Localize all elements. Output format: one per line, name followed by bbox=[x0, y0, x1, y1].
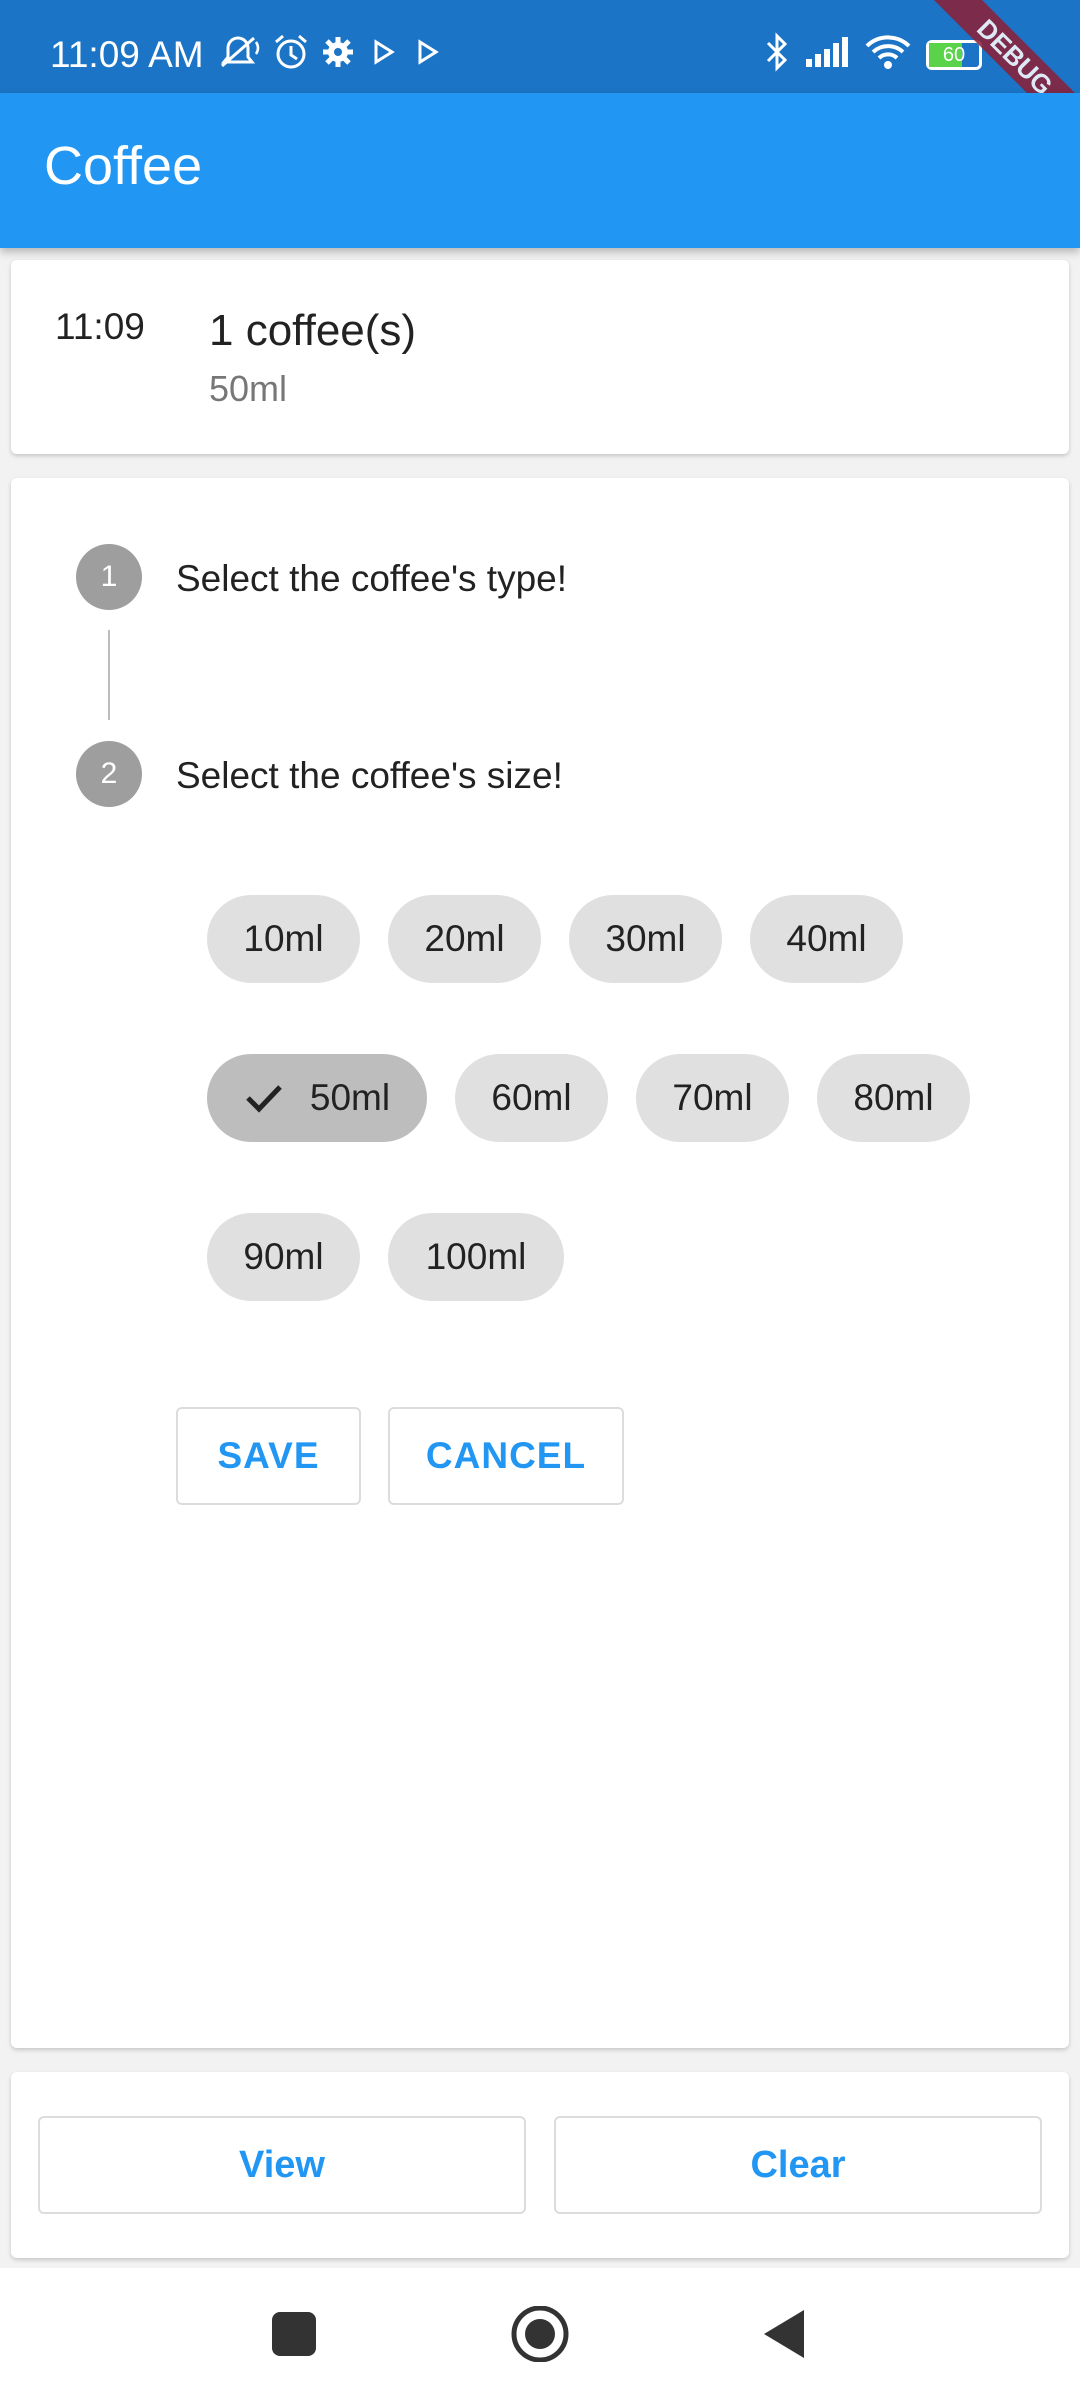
size-chip-90ml[interactable]: 90ml bbox=[207, 1213, 360, 1301]
history-size: 50ml bbox=[209, 368, 288, 409]
check-icon bbox=[244, 1082, 284, 1114]
mute-icon bbox=[218, 34, 262, 75]
size-chip-60ml[interactable]: 60ml bbox=[455, 1054, 608, 1142]
bluetooth-icon bbox=[764, 32, 790, 77]
size-chip-20ml[interactable]: 20ml bbox=[388, 895, 541, 983]
status-bar: 11:09 AM 60 DEBUG bbox=[0, 0, 1080, 144]
play-icon bbox=[410, 35, 444, 74]
play-icon bbox=[366, 35, 400, 74]
size-chip-label: 50ml bbox=[309, 1077, 391, 1118]
bottom-actions: View Clear bbox=[11, 2072, 1069, 2258]
status-left-icons bbox=[218, 33, 444, 76]
status-time: 11:09 AM bbox=[50, 34, 204, 75]
step-1-indicator[interactable]: 1 bbox=[76, 544, 142, 610]
size-chip-100ml[interactable]: 100ml bbox=[388, 1213, 564, 1301]
size-chip-50ml[interactable]: 50ml bbox=[207, 1054, 427, 1142]
step-2-title[interactable]: Select the coffee's size! bbox=[176, 755, 563, 797]
coffee-stepper: 1 Select the coffee's type! 2 Select the… bbox=[11, 478, 1069, 2048]
coffee-history-item[interactable]: 11:09 1 coffee(s) 50ml bbox=[11, 260, 1069, 454]
size-chip-70ml[interactable]: 70ml bbox=[636, 1054, 789, 1142]
recents-icon[interactable] bbox=[270, 2306, 318, 2367]
size-chip-30ml[interactable]: 30ml bbox=[569, 895, 722, 983]
status-right-icons: 60 bbox=[764, 32, 982, 77]
wifi-icon bbox=[864, 34, 912, 75]
size-chip-80ml[interactable]: 80ml bbox=[817, 1054, 970, 1142]
page-title: Coffee bbox=[44, 136, 203, 196]
signal-icon bbox=[804, 35, 850, 74]
step-2-indicator[interactable]: 2 bbox=[76, 741, 142, 807]
view-button[interactable]: View bbox=[38, 2116, 526, 2214]
size-chip-40ml[interactable]: 40ml bbox=[750, 895, 903, 983]
system-nav-bar bbox=[0, 2268, 1080, 2400]
settings-icon bbox=[320, 34, 356, 75]
history-count: 1 coffee(s) bbox=[209, 306, 417, 355]
clear-button[interactable]: Clear bbox=[554, 2116, 1042, 2214]
home-icon[interactable] bbox=[508, 2305, 572, 2367]
size-chip-10ml[interactable]: 10ml bbox=[207, 895, 360, 983]
battery-icon: 60 bbox=[926, 39, 982, 70]
cancel-button[interactable]: CANCEL bbox=[388, 1407, 624, 1505]
battery-level: 60 bbox=[942, 43, 966, 66]
alarm-icon bbox=[272, 33, 310, 76]
step-connector bbox=[108, 630, 110, 720]
save-button[interactable]: SAVE bbox=[176, 1407, 361, 1505]
step-1-title[interactable]: Select the coffee's type! bbox=[176, 558, 567, 600]
back-icon[interactable] bbox=[760, 2306, 808, 2367]
history-time: 11:09 bbox=[55, 306, 145, 347]
app-bar: Coffee bbox=[0, 93, 1080, 248]
